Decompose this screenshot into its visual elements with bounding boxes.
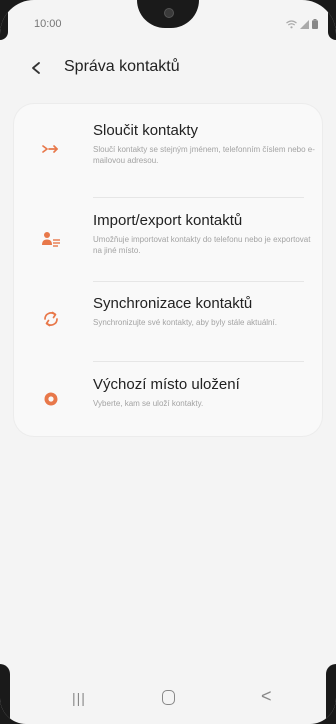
bezel-corner — [328, 0, 336, 40]
back-button[interactable] — [30, 56, 50, 80]
status-icons — [286, 16, 318, 34]
menu-item-default-storage[interactable]: Výchozí místo uložení Vyberte, kam se ul… — [14, 362, 322, 436]
phone-screen: 10:00 Správa kontaktů Sloučit kontakty S… — [0, 0, 336, 724]
menu-item-sync-contacts[interactable]: Synchronizace kontaktů Synchronizujte sv… — [14, 282, 322, 362]
recents-button[interactable]: ||| — [72, 690, 86, 706]
page-title: Správa kontaktů — [64, 58, 180, 75]
menu-item-description: Vyberte, kam se uloží kontakty. — [93, 399, 204, 408]
app-bar: Správa kontaktů — [0, 48, 336, 88]
sync-icon — [40, 308, 62, 330]
menu-item-description: Sloučí kontakty se stejným jménem, telef… — [93, 145, 315, 165]
settings-card: Sloučit kontakty Sloučí kontakty se stej… — [14, 104, 322, 436]
camera-notch — [137, 0, 199, 28]
menu-item-title: Import/export kontaktů — [93, 212, 243, 229]
nav-back-button[interactable]: < — [261, 686, 272, 707]
chevron-left-icon — [32, 62, 40, 74]
battery-icon — [312, 16, 318, 34]
home-button[interactable] — [162, 690, 175, 705]
merge-arrows-icon — [40, 138, 62, 160]
bezel-corner — [0, 664, 10, 724]
status-bar: 10:00 — [0, 0, 336, 40]
storage-location-icon — [40, 388, 62, 410]
menu-item-title: Sloučit kontakty — [93, 122, 199, 139]
person-import-export-icon — [40, 228, 62, 250]
menu-item-merge-contacts[interactable]: Sloučit kontakty Sloučí kontakty se stej… — [14, 104, 322, 190]
menu-item-description: Synchronizujte své kontakty, aby byly st… — [93, 318, 277, 327]
front-camera-icon — [164, 8, 174, 18]
wifi-icon — [286, 16, 297, 34]
menu-item-title: Synchronizace kontaktů — [93, 295, 253, 312]
menu-item-description: Umožňuje importovat kontakty do telefonu… — [93, 235, 311, 255]
status-time: 10:00 — [34, 18, 62, 30]
cell-signal-icon — [300, 16, 309, 34]
navigation-bar: ||| < — [0, 684, 336, 724]
bezel-corner — [0, 0, 8, 40]
menu-item-import-export[interactable]: Import/export kontaktů Umožňuje importov… — [14, 198, 322, 284]
menu-item-title: Výchozí místo uložení — [93, 376, 240, 393]
bezel-corner — [326, 664, 336, 724]
